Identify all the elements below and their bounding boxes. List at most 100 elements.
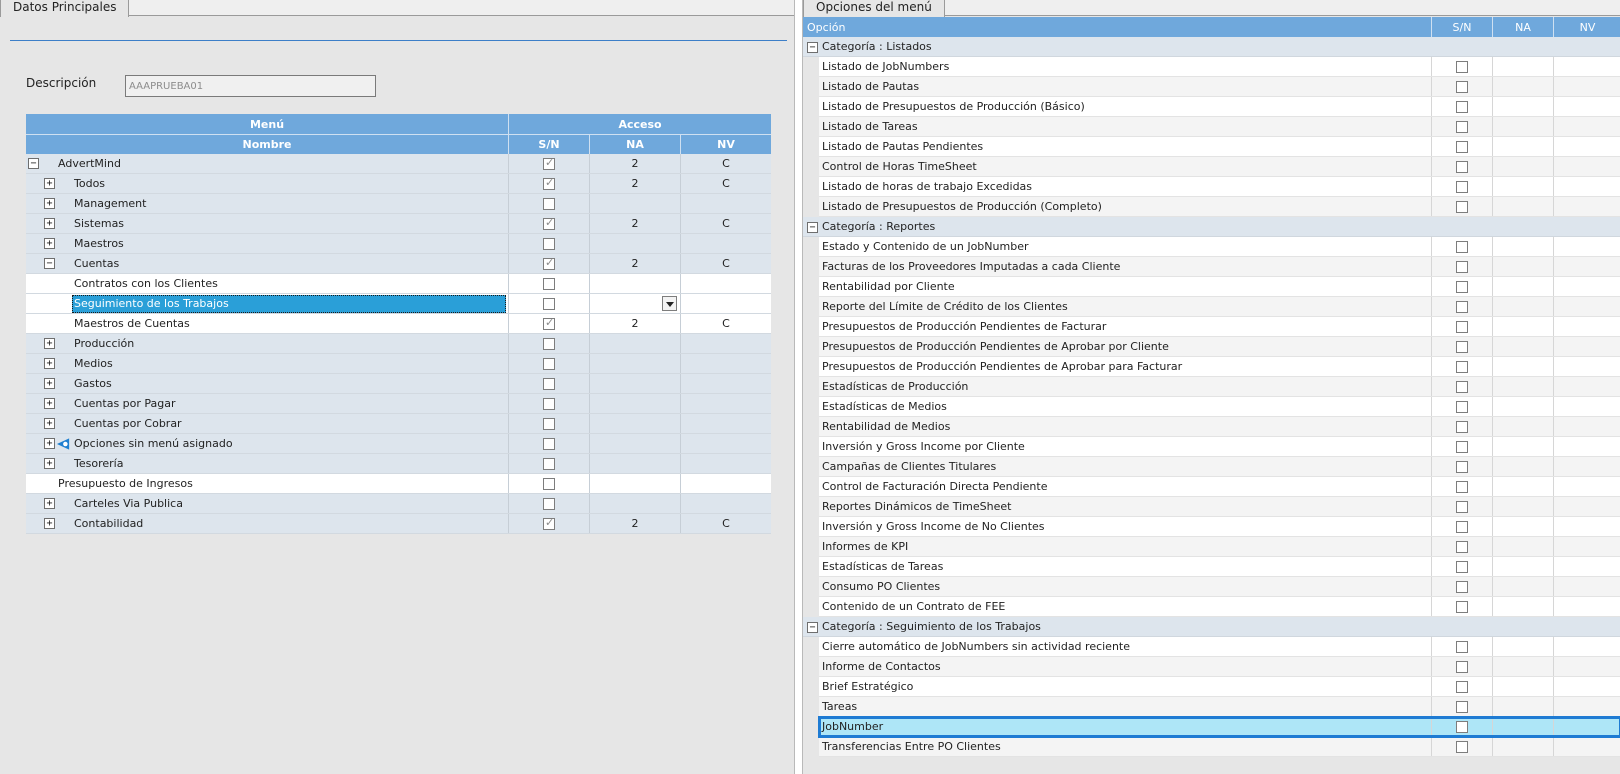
option-na-cell[interactable] bbox=[1493, 257, 1554, 276]
option-nv-cell[interactable] bbox=[1554, 337, 1620, 356]
expand-icon[interactable]: + bbox=[44, 198, 55, 209]
access-nv-cell[interactable] bbox=[681, 434, 771, 453]
category-row[interactable]: − Categoría : Seguimiento de los Trabajos bbox=[803, 617, 1620, 637]
checkbox[interactable] bbox=[1456, 580, 1468, 593]
option-nv-cell[interactable] bbox=[1554, 197, 1620, 216]
option-na-cell[interactable] bbox=[1493, 357, 1554, 376]
option-row[interactable]: Presupuestos de Producción Pendientes de… bbox=[819, 317, 1620, 337]
checkbox[interactable] bbox=[543, 337, 555, 350]
option-na-cell[interactable] bbox=[1493, 657, 1554, 676]
checkbox[interactable] bbox=[1456, 200, 1468, 213]
option-na-cell[interactable] bbox=[1493, 277, 1554, 296]
option-na-cell[interactable] bbox=[1493, 137, 1554, 156]
option-na-cell[interactable] bbox=[1493, 737, 1554, 756]
option-nv-cell[interactable] bbox=[1554, 557, 1620, 576]
header-na[interactable]: NA bbox=[590, 135, 681, 154]
option-na-cell[interactable] bbox=[1493, 117, 1554, 136]
menu-tree-row[interactable]: + Carteles Via Publica bbox=[26, 494, 771, 514]
menu-tree-row[interactable]: + Contabilidad 2 C bbox=[26, 514, 771, 534]
checkbox[interactable] bbox=[1456, 60, 1468, 73]
menu-name-cell[interactable]: + Gastos bbox=[26, 374, 509, 393]
checkbox[interactable] bbox=[1456, 520, 1468, 533]
option-nv-cell[interactable] bbox=[1554, 497, 1620, 516]
option-row[interactable]: Listado de JobNumbers bbox=[819, 57, 1620, 77]
menu-tree-row[interactable]: + Cuentas por Pagar bbox=[26, 394, 771, 414]
access-na-cell[interactable]: 2 bbox=[590, 514, 681, 533]
menu-tree-row[interactable]: + Sistemas 2 C bbox=[26, 214, 771, 234]
option-nv-cell[interactable] bbox=[1554, 237, 1620, 256]
access-nv-cell[interactable]: C bbox=[681, 314, 771, 333]
menu-name-cell[interactable]: Contratos con los Clientes bbox=[26, 274, 509, 293]
option-nv-cell[interactable] bbox=[1554, 157, 1620, 176]
checkbox[interactable] bbox=[543, 197, 555, 210]
option-row[interactable]: Transferencias Entre PO Clientes bbox=[819, 737, 1620, 757]
checkbox[interactable] bbox=[543, 477, 555, 490]
menu-name-cell[interactable]: − Cuentas bbox=[26, 254, 509, 273]
checkbox[interactable] bbox=[1456, 540, 1468, 553]
menu-name-cell[interactable]: Presupuesto de Ingresos bbox=[26, 474, 509, 493]
menu-name-cell[interactable]: + Management bbox=[26, 194, 509, 213]
menu-tree-row[interactable]: + Cuentas por Cobrar bbox=[26, 414, 771, 434]
option-row[interactable]: Rentabilidad de Medios bbox=[819, 417, 1620, 437]
option-row[interactable]: Listado de Presupuestos de Producción (B… bbox=[819, 97, 1620, 117]
checkbox[interactable] bbox=[1456, 100, 1468, 113]
access-nv-cell[interactable] bbox=[681, 414, 771, 433]
menu-tree-row[interactable]: Seguimiento de los Trabajos bbox=[26, 294, 771, 314]
collapse-icon[interactable]: − bbox=[28, 158, 39, 169]
header-na[interactable]: NA bbox=[1493, 17, 1554, 37]
menu-name-cell[interactable]: + Producción bbox=[26, 334, 509, 353]
header-sn[interactable]: S/N bbox=[1432, 17, 1493, 37]
option-na-cell[interactable] bbox=[1493, 177, 1554, 196]
checkbox[interactable] bbox=[1456, 80, 1468, 93]
menu-name-cell[interactable]: + Opciones sin menú asignado bbox=[26, 434, 509, 453]
option-row[interactable]: Control de Horas TimeSheet bbox=[819, 157, 1620, 177]
expand-icon[interactable]: + bbox=[44, 378, 55, 389]
access-na-cell[interactable]: 2 bbox=[590, 254, 681, 273]
checkbox-checked[interactable] bbox=[543, 256, 555, 270]
checkbox-checked[interactable] bbox=[543, 176, 555, 190]
header-opcion[interactable]: Opción bbox=[803, 17, 1432, 37]
option-na-cell[interactable] bbox=[1493, 297, 1554, 316]
category-row[interactable]: − Categoría : Listados bbox=[803, 37, 1620, 57]
option-nv-cell[interactable] bbox=[1554, 477, 1620, 496]
checkbox[interactable] bbox=[1456, 600, 1468, 613]
checkbox[interactable] bbox=[1456, 280, 1468, 293]
option-na-cell[interactable] bbox=[1493, 437, 1554, 456]
menu-name-cell[interactable]: + Tesorería bbox=[26, 454, 509, 473]
option-na-cell[interactable] bbox=[1493, 337, 1554, 356]
access-nv-cell[interactable] bbox=[681, 354, 771, 373]
checkbox[interactable] bbox=[1456, 340, 1468, 353]
option-row[interactable]: Informes de KPI bbox=[819, 537, 1620, 557]
access-nv-cell[interactable] bbox=[681, 334, 771, 353]
checkbox[interactable] bbox=[1456, 360, 1468, 373]
menu-name-cell[interactable]: + Contabilidad bbox=[26, 514, 509, 533]
option-nv-cell[interactable] bbox=[1554, 97, 1620, 116]
option-row[interactable]: Informe de Contactos bbox=[819, 657, 1620, 677]
menu-name-cell[interactable]: + Cuentas por Cobrar bbox=[26, 414, 509, 433]
option-nv-cell[interactable] bbox=[1554, 577, 1620, 596]
checkbox[interactable] bbox=[543, 277, 555, 290]
access-na-cell[interactable] bbox=[590, 394, 681, 413]
checkbox[interactable] bbox=[1456, 700, 1468, 713]
option-row[interactable]: Cierre automático de JobNumbers sin acti… bbox=[819, 637, 1620, 657]
option-row[interactable]: Control de Facturación Directa Pendiente bbox=[819, 477, 1620, 497]
menu-tree-row[interactable]: + Todos 2 C bbox=[26, 174, 771, 194]
menu-tree-row[interactable]: + Tesorería bbox=[26, 454, 771, 474]
access-nv-cell[interactable] bbox=[681, 194, 771, 213]
checkbox[interactable] bbox=[1456, 320, 1468, 333]
access-na-cell[interactable] bbox=[590, 454, 681, 473]
checkbox[interactable] bbox=[1456, 380, 1468, 393]
access-nv-cell[interactable] bbox=[681, 374, 771, 393]
access-nv-cell[interactable] bbox=[681, 474, 771, 493]
option-row[interactable]: Estadísticas de Tareas bbox=[819, 557, 1620, 577]
expand-icon[interactable]: + bbox=[44, 338, 55, 349]
access-nv-cell[interactable] bbox=[681, 274, 771, 293]
menu-name-cell[interactable]: + Medios bbox=[26, 354, 509, 373]
option-na-cell[interactable] bbox=[1493, 677, 1554, 696]
option-na-cell[interactable] bbox=[1493, 397, 1554, 416]
option-row[interactable]: Reportes Dinámicos de TimeSheet bbox=[819, 497, 1620, 517]
access-na-cell[interactable] bbox=[590, 234, 681, 253]
option-nv-cell[interactable] bbox=[1554, 137, 1620, 156]
checkbox[interactable] bbox=[1456, 400, 1468, 413]
option-na-cell[interactable] bbox=[1493, 377, 1554, 396]
